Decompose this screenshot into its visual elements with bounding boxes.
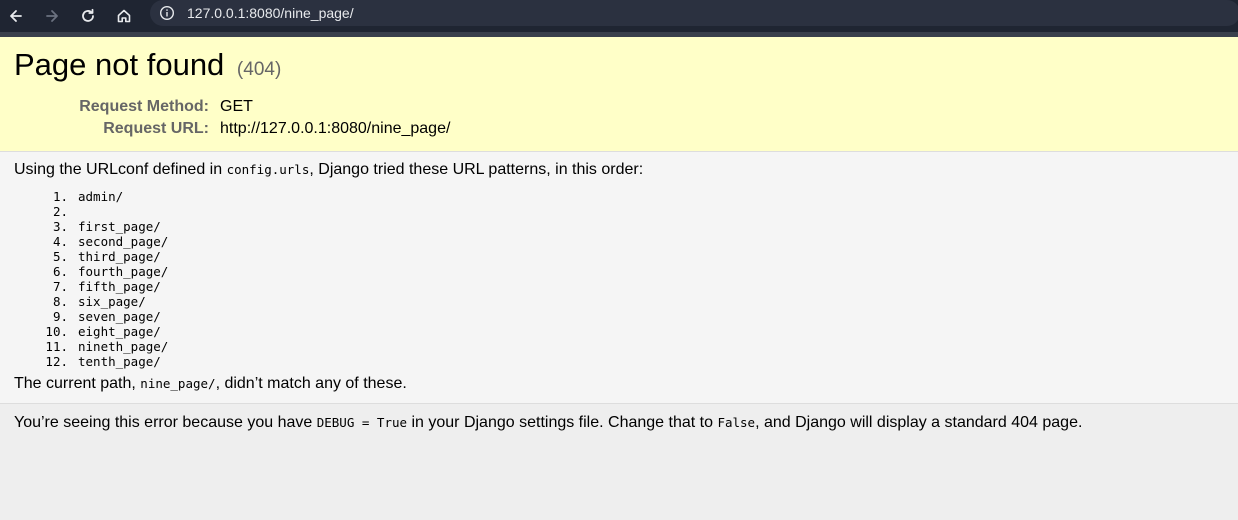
url-pattern-number: 7. (52, 279, 68, 294)
urlconf-module: config.urls (226, 162, 310, 177)
intro-text: Using the URLconf defined in (14, 161, 227, 178)
intro-text-end: , Django tried these URL patterns, in th… (309, 161, 644, 178)
url-pattern-number: 12. (45, 354, 68, 369)
urlconf-intro: Using the URLconf defined in config.urls… (14, 161, 643, 179)
request-url-label: Request URL: (103, 120, 209, 137)
current-path: nine_page/ (140, 376, 216, 391)
error-explanation: You’re seeing this error because you hav… (0, 405, 1238, 520)
reload-icon (82, 8, 94, 22)
page-title-text: Page not found (14, 47, 225, 82)
back-button[interactable] (3, 3, 29, 29)
url-pattern-number: 1. (52, 189, 68, 204)
url-pattern-path: eight_page/ (78, 324, 161, 339)
url-pattern-path: seven_page/ (78, 309, 161, 324)
url-pattern-path: nineth_page/ (78, 339, 169, 354)
url-text[interactable]: 127.0.0.1:8080/nine_page/ (187, 5, 354, 21)
url-pattern-path: first_page/ (78, 219, 161, 234)
info-icon[interactable] (159, 5, 175, 21)
url-pattern-path: fourth_page/ (78, 264, 169, 279)
url-pattern-path: six_page/ (78, 294, 146, 309)
explanation-text: You’re seeing this error because you hav… (14, 414, 317, 431)
explanation-text-end: , and Django will display a standard 404… (755, 414, 1083, 431)
forward-button[interactable] (39, 3, 65, 29)
url-pattern-number: 4. (52, 234, 68, 249)
arrow-left-icon (10, 10, 22, 22)
reload-button[interactable] (75, 3, 101, 29)
home-button[interactable] (111, 3, 137, 29)
current-path-text: The current path, (14, 375, 141, 392)
url-pattern-path: third_page/ (78, 249, 161, 264)
request-method-label: Request Method: (79, 98, 209, 115)
url-pattern-path: fifth_page/ (78, 279, 161, 294)
url-pattern-path: tenth_page/ (78, 354, 161, 369)
explanation-text-middle: in your Django settings file. Change tha… (407, 414, 718, 431)
url-pattern-number: 9. (52, 309, 68, 324)
url-pattern-number: 5. (52, 249, 68, 264)
false-value: False (717, 415, 756, 430)
url-pattern-number: 11. (45, 339, 68, 354)
request-method-value: GET (220, 98, 253, 115)
url-pattern-number: 10. (45, 324, 68, 339)
url-pattern-path: admin/ (78, 189, 124, 204)
url-pattern-path: second_page/ (78, 234, 169, 249)
debug-setting: DEBUG = True (316, 415, 408, 430)
current-path-text-end: , didn’t match any of these. (215, 375, 407, 392)
url-pattern-number: 2. (52, 204, 68, 219)
request-url-value: http://127.0.0.1:8080/nine_page/ (220, 120, 451, 137)
status-code: (404) (236, 59, 282, 80)
current-path-message: The current path, nine_page/, didn’t mat… (14, 375, 407, 393)
url-pattern-number: 6. (52, 264, 68, 279)
arrow-right-icon (46, 10, 58, 22)
url-pattern-number: 3. (52, 219, 68, 234)
error-summary: Page not found (404) Request Method: GET… (0, 37, 1238, 152)
browser-toolbar: 127.0.0.1:8080/nine_page/ (0, 0, 1238, 32)
address-bar[interactable]: 127.0.0.1:8080/nine_page/ (150, 0, 1238, 26)
url-pattern-number: 8. (52, 294, 68, 309)
debug-explanation: You’re seeing this error because you hav… (14, 414, 1082, 432)
error-info: Using the URLconf defined in config.urls… (0, 152, 1238, 404)
home-icon (117, 9, 131, 23)
page-title: Page not found (404) (14, 47, 281, 83)
